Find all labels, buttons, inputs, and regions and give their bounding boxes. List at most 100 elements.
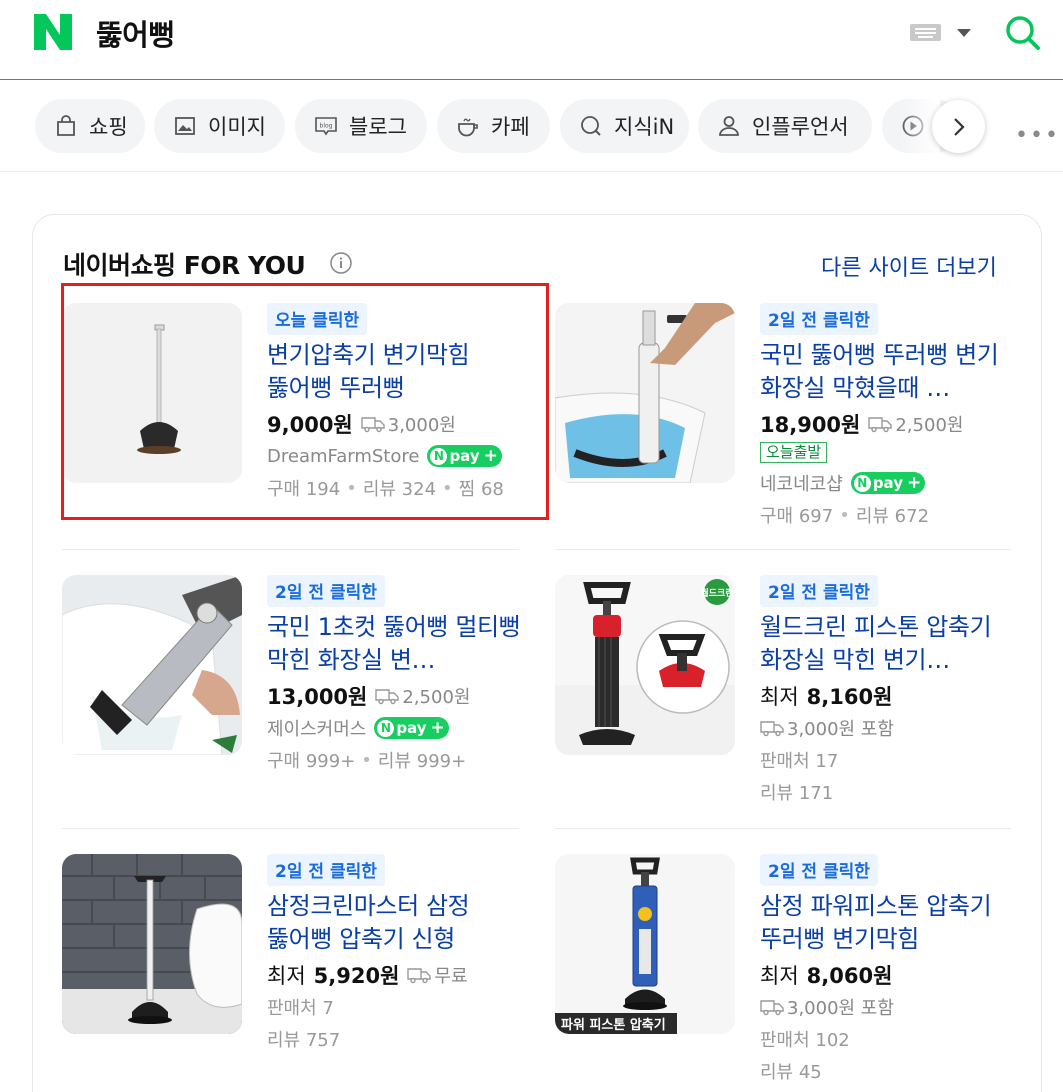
npay-badge: Npay + xyxy=(427,445,502,467)
seller-name[interactable]: DreamFarmStore xyxy=(267,446,419,467)
product-thumbnail[interactable]: 파워 피스톤 압축기 xyxy=(555,854,735,1034)
row-divider xyxy=(555,549,1011,550)
air-plunger-image xyxy=(62,575,242,755)
plus-icon: + xyxy=(907,473,922,493)
product-price: 9,000원 xyxy=(267,413,353,437)
product-thumbnail[interactable] xyxy=(555,303,735,483)
truck-icon xyxy=(760,1000,784,1016)
plunger-wall-image xyxy=(62,854,242,1034)
shipping-fee: 3,000원 xyxy=(387,415,456,436)
product-info: 2일 전 클릭한 국민 뚫어뻥 뚜러뻥 변기 화장실 막혔을때 … 18,900… xyxy=(760,303,1020,531)
knowledge-search-icon xyxy=(581,116,601,136)
row-divider xyxy=(555,828,1011,829)
review-count: 리뷰 45 xyxy=(760,1062,822,1083)
tab-influencer[interactable]: 인플루언서 xyxy=(698,99,872,153)
power-piston-image: 파워 피스톤 압축기 xyxy=(555,854,735,1034)
product-info: 2일 전 클릭한 월드크린 피스톤 압축기 화장실 막힌 변기… 최저 8,16… xyxy=(760,575,1020,808)
separator-dot: • xyxy=(346,477,357,499)
chevron-down-icon[interactable] xyxy=(957,29,971,37)
product-thumbnail[interactable] xyxy=(62,854,242,1034)
plunger-toilet-image xyxy=(555,303,735,483)
product-thumbnail[interactable] xyxy=(62,303,242,483)
product-price: 13,000원 xyxy=(267,685,368,709)
search-query-text[interactable]: 뚫어뻥 xyxy=(96,12,175,54)
price-row: 13,000원 2,500원 xyxy=(267,680,527,712)
product-price: 8,060원 xyxy=(806,964,893,988)
tab-label: 인플루언서 xyxy=(752,115,849,139)
wish-count: 찜 68 xyxy=(458,479,504,500)
shipping-fee: 3,000원 포함 xyxy=(787,719,894,740)
separator-dot: • xyxy=(361,749,372,771)
seller-name[interactable]: 네코네코샵 xyxy=(760,470,843,496)
info-icon[interactable] xyxy=(329,251,353,275)
more-sites-link[interactable]: 다른 사이트 더보기 xyxy=(821,250,997,282)
thumb-logo-text: 월드크린 xyxy=(700,587,733,599)
tabs-next-button[interactable] xyxy=(932,100,985,153)
tab-images[interactable]: 이미지 xyxy=(154,99,285,153)
search-header: 뚫어뻥 xyxy=(0,0,1063,80)
product-price: 18,900원 xyxy=(760,413,861,437)
product-thumbnail[interactable] xyxy=(62,575,242,755)
npay-label: pay xyxy=(872,474,903,492)
tab-cafe[interactable]: 카페 xyxy=(437,99,550,153)
shipping-fee: 무료 xyxy=(434,966,468,987)
recent-click-badge: 2일 전 클릭한 xyxy=(760,575,878,607)
separator-dot: • xyxy=(442,477,453,499)
seller-row: 네코네코샵 Npay + xyxy=(760,467,1020,499)
product-price: 8,160원 xyxy=(806,685,893,709)
seller-count[interactable]: 판매처 7 xyxy=(267,991,527,1023)
price-row: 최저 8,060원 xyxy=(760,959,1020,991)
naver-n-logo[interactable] xyxy=(34,14,72,50)
product-stats: 구매 999+ • 리뷰 999+ xyxy=(267,744,527,776)
thumb-caption: 파워 피스톤 압축기 xyxy=(561,1017,666,1033)
price-row: 9,000원 3,000원 xyxy=(267,408,527,440)
seller-row: DreamFarmStore Npay + xyxy=(267,440,527,472)
review-count: 리뷰 171 xyxy=(760,783,834,804)
truck-icon xyxy=(361,417,385,433)
tab-label: 이미지 xyxy=(208,115,266,139)
row-divider xyxy=(62,828,519,829)
product-info: 2일 전 클릭한 삼정 파워피스톤 압축기 뚜러뻥 변기막힘 최저 8,060원… xyxy=(760,854,1020,1087)
purchase-count: 구매 194 xyxy=(267,479,341,500)
product-title[interactable]: 삼정크린마스터 삼정 뚫어뻥 압축기 신형 xyxy=(267,890,527,956)
blog-icon: blog xyxy=(315,117,337,136)
image-icon xyxy=(175,117,195,135)
truck-icon xyxy=(407,968,432,984)
product-stats: 구매 194 • 리뷰 324 • 찜 68 xyxy=(267,472,527,504)
section-title: 네이버쇼핑 FOR YOU xyxy=(63,251,306,280)
tab-kin[interactable]: 지식iN xyxy=(560,99,689,153)
product-info: 2일 전 클릭한 국민 1초컷 뚫어뻥 멀티뻥 막힌 화장실 변… 13,000… xyxy=(267,575,527,776)
tab-blog[interactable]: blog 블로그 xyxy=(295,99,427,153)
cafe-cup-icon xyxy=(458,118,478,137)
more-menu-icon[interactable]: ••• xyxy=(1015,125,1060,147)
price-row: 최저 8,160원 xyxy=(760,680,1020,712)
npay-badge: Npay + xyxy=(374,717,449,739)
lowest-price-label: 최저 xyxy=(267,964,306,988)
tab-label: 지식iN xyxy=(614,115,675,139)
seller-count[interactable]: 판매처 102 xyxy=(760,1023,1020,1055)
product-thumbnail[interactable]: 월드크린 xyxy=(555,575,735,755)
keyboard-icon[interactable] xyxy=(910,24,941,41)
plunger-image xyxy=(62,303,242,483)
tab-shopping[interactable]: 쇼핑 xyxy=(35,99,145,153)
product-title[interactable]: 변기압축기 변기막힘 뚫어뻥 뚜러뻥 xyxy=(267,339,527,405)
search-icon[interactable] xyxy=(1004,14,1042,52)
seller-name[interactable]: 제이스커머스 xyxy=(267,715,366,741)
person-icon xyxy=(719,116,739,136)
shipping-fee: 3,000원 포함 xyxy=(787,998,894,1019)
product-title[interactable]: 삼정 파워피스톤 압축기 뚜러뻥 변기막힘 xyxy=(760,890,1020,956)
npay-n-icon: N xyxy=(377,719,395,737)
product-title[interactable]: 국민 1초컷 뚫어뻥 멀티뻥 막힌 화장실 변… xyxy=(267,611,527,677)
npay-n-icon: N xyxy=(853,474,871,492)
chevron-right-icon xyxy=(953,117,965,136)
shipping-fee: 2,500원 xyxy=(895,415,964,436)
purchase-count: 구매 697 xyxy=(760,506,834,527)
separator-dot: • xyxy=(839,504,850,526)
seller-row: 제이스커머스 Npay + xyxy=(267,712,527,744)
product-title[interactable]: 월드크린 피스톤 압축기 화장실 막힌 변기… xyxy=(760,611,1020,677)
seller-count[interactable]: 판매처 17 xyxy=(760,744,1020,776)
shipping-row: 3,000원 포함 xyxy=(760,712,1020,744)
review-count: 리뷰 999+ xyxy=(377,751,467,772)
product-title[interactable]: 국민 뚫어뻥 뚜러뻥 변기 화장실 막혔을때 … xyxy=(760,339,1020,405)
recent-click-badge: 2일 전 클릭한 xyxy=(267,575,385,607)
